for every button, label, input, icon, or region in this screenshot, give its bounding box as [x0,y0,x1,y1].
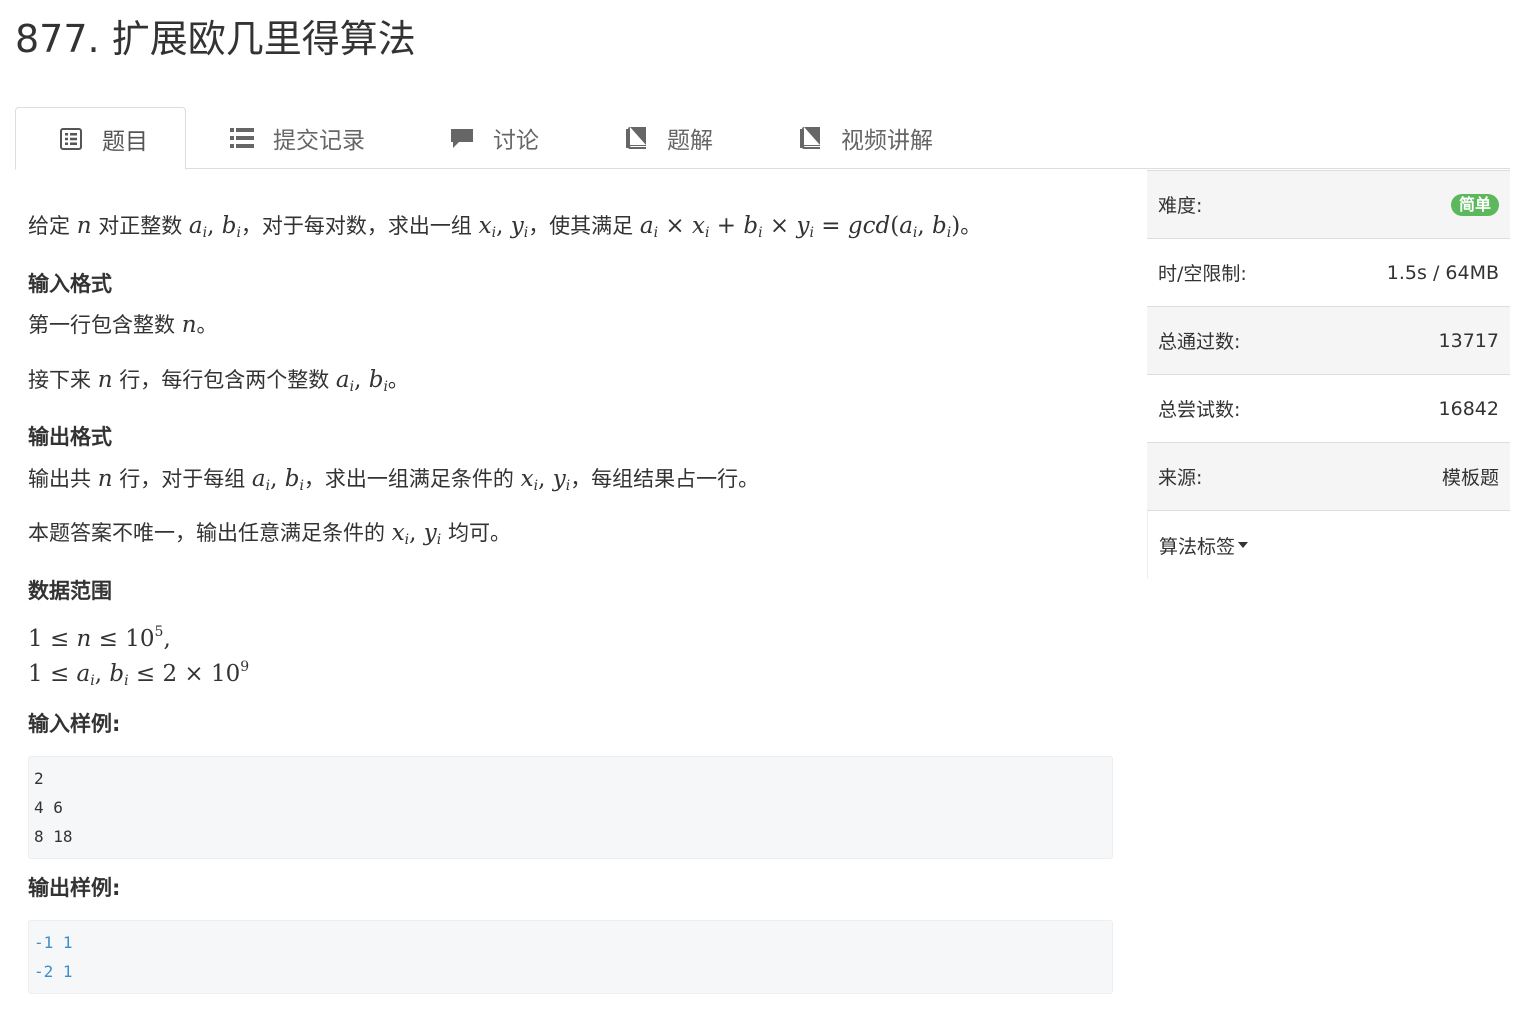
sample-input-block: 2 4 6 8 18 [28,756,1113,859]
caret-down-icon [1238,542,1249,548]
tab-label: 题解 [667,128,713,154]
sample-output-heading: 输出样例: [28,876,121,900]
tab-video[interactable]: 视频讲解 [797,107,933,169]
output-format-line: 本题答案不唯一，输出任意满足条件的 xi, yi 均可。 [28,520,511,548]
source-row: 来源: 模板题 [1147,442,1510,511]
output-format-heading: 输出格式 [28,425,112,449]
tab-label: 讨论 [493,128,539,154]
data-range-heading: 数据范围 [28,579,112,603]
problem-info-sidebar: 难度: 简单 时/空限制: 1.5s / 64MB 总通过数: 13717 总尝… [1147,170,1510,579]
tab-discussion[interactable]: 讨论 [449,107,539,169]
tab-label: 视频讲解 [841,128,933,154]
output-format-line: 输出共 n 行，对于每组 ai, bi，求出一组满足条件的 xi, yi，每组结… [28,466,760,494]
tab-label: 题目 [102,128,148,155]
book-icon [797,125,823,151]
problem-description: 给定 n 对正整数 ai, bi，对于每对数，求出一组 xi, yi，使其满足 … [28,213,982,241]
attempts-row: 总尝试数: 16842 [1147,374,1510,443]
difficulty-badge: 简单 [1450,193,1499,216]
limit-row: 时/空限制: 1.5s / 64MB [1147,238,1510,307]
page-title: 877. 扩展欧几里得算法 [15,17,416,61]
tab-submissions[interactable]: 提交记录 [229,107,365,169]
algorithm-tags-toggle[interactable]: 算法标签 [1147,511,1510,579]
list-icon [229,125,255,151]
passed-row: 总通过数: 13717 [1147,306,1510,375]
tab-solutions[interactable]: 题解 [623,107,713,169]
data-range-line: 1 ≤ n ≤ 105, [28,624,171,652]
difficulty-row: 难度: 简单 [1147,170,1510,239]
tab-label: 提交记录 [273,128,365,154]
input-format-line: 接下来 n 行，每行包含两个整数 ai, bi。 [28,367,409,395]
data-range-line: 1 ≤ ai, bi ≤ 2 × 109 [28,659,250,689]
list-alt-icon [58,126,84,152]
problem-tabs: 题目 提交记录 讨论 题解 视频讲解 [15,107,1510,170]
tab-problem[interactable]: 题目 [15,107,186,170]
input-format-heading: 输入格式 [28,272,112,296]
sample-output-block: -1 1 -2 1 [28,920,1113,994]
book-icon [623,125,649,151]
input-format-line: 第一行包含整数 n。 [28,312,218,338]
sample-input-heading: 输入样例: [28,712,121,736]
comment-icon [449,125,475,151]
